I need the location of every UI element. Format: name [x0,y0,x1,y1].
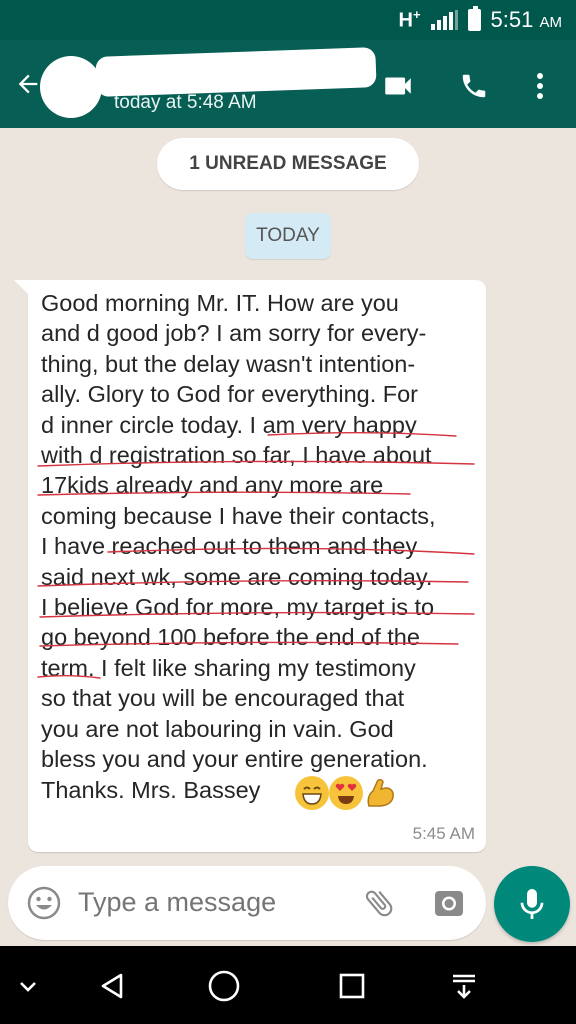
status-bar: H+ 5:51 AM [0,0,576,40]
chat-header: today at 5:48 AM [0,40,576,128]
video-call-icon[interactable] [378,66,418,106]
status-clock: 5:51 AM [490,7,562,32]
attach-paperclip-icon[interactable] [360,884,398,922]
voice-record-button[interactable] [494,866,570,942]
chevron-down-icon[interactable] [8,966,48,1006]
notification-pull-icon[interactable] [444,966,484,1006]
recents-square-icon[interactable] [332,966,372,1006]
back-triangle-icon[interactable] [92,966,132,1006]
camera-icon[interactable] [430,884,468,922]
network-type: H+ [398,7,421,32]
system-navigation-bar [0,946,576,1024]
message-text: Good morning Mr. IT. How are you and d g… [41,290,436,803]
home-circle-icon[interactable] [204,966,244,1006]
message-emojis [295,776,397,810]
phone-call-icon[interactable] [454,66,494,106]
chat-area[interactable]: 1 UNREAD MESSAGE TODAY Good morning Mr. … [0,128,576,946]
incoming-message-bubble[interactable]: Good morning Mr. IT. How are you and d g… [14,280,486,852]
emoji-picker-icon[interactable] [26,885,62,921]
status-indicators: H+ 5:51 AM [398,6,562,33]
bubble-tail [14,280,28,294]
message-input[interactable] [78,887,318,918]
flexed-biceps-emoji [363,776,397,810]
microphone-icon [520,889,544,919]
battery-icon [467,6,481,31]
contact-name-redacted[interactable] [95,47,377,97]
signal-icon [430,10,458,30]
message-composer[interactable] [8,866,486,940]
more-vert-icon[interactable] [520,66,560,106]
date-divider: TODAY [245,213,331,259]
unread-messages-banner: 1 UNREAD MESSAGE [157,138,419,190]
heart-eyes-emoji [329,776,363,810]
avatar[interactable] [40,56,102,118]
last-seen-status: today at 5:48 AM [114,92,257,113]
grinning-face-emoji [295,776,329,810]
message-timestamp: 5:45 AM [412,824,475,843]
